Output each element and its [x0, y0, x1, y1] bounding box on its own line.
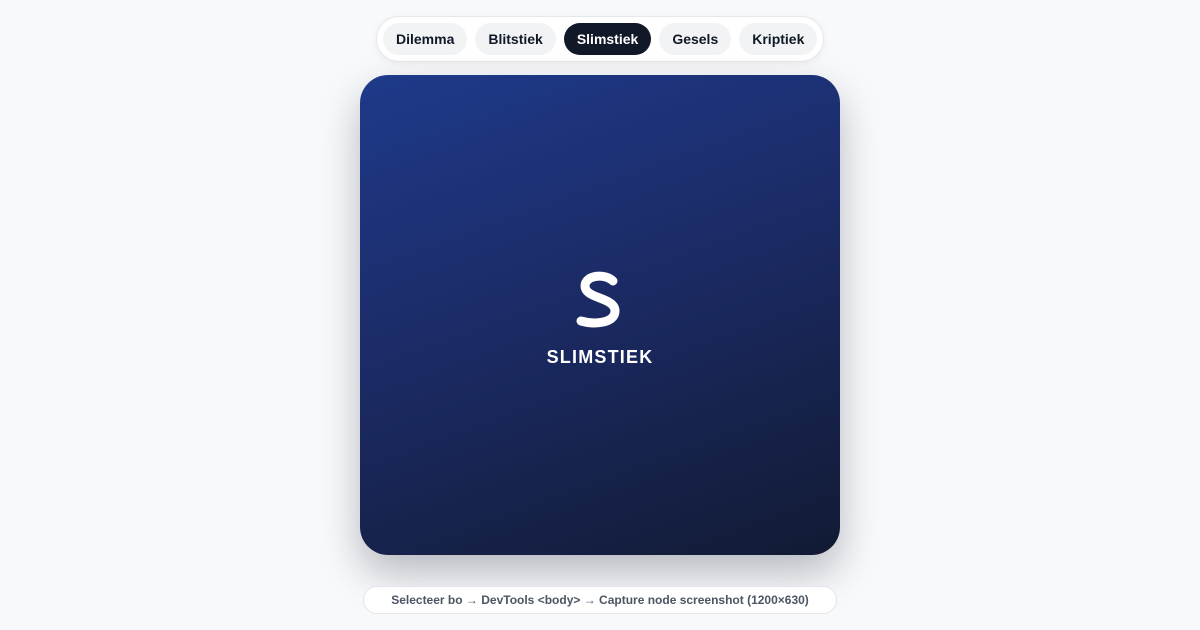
tab-gesels[interactable]: Gesels [659, 23, 732, 55]
tab-kriptiek[interactable]: Kriptiek [739, 23, 818, 55]
tab-bar: Dilemma Blitstiek Slimstiek Gesels Kript… [376, 16, 824, 62]
page: Dilemma Blitstiek Slimstiek Gesels Kript… [0, 0, 1200, 630]
tab-slimstiek[interactable]: Slimstiek [563, 23, 652, 55]
instruction-hint: Selecteer bo → DevTools <body> → Capture… [363, 586, 837, 614]
brand-title: SLIMSTIEK [546, 346, 654, 367]
preview-card: SLIMSTIEK [360, 75, 840, 555]
tab-dilemma[interactable]: Dilemma [383, 23, 468, 55]
tab-blitstiek[interactable]: Blitstiek [475, 23, 556, 55]
s-logo-icon [576, 271, 620, 327]
